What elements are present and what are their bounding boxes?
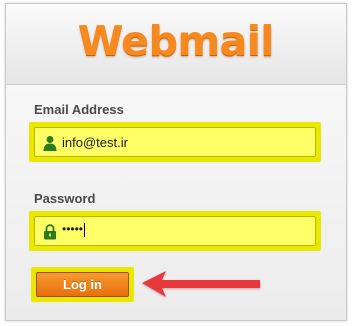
login-button-highlight: Log in <box>31 267 134 302</box>
password-field[interactable]: ••••• <box>34 216 316 246</box>
login-button[interactable]: Log in <box>36 272 129 297</box>
password-field-highlight: ••••• <box>29 211 321 251</box>
text-cursor <box>84 222 86 237</box>
password-value: ••••• <box>62 222 86 237</box>
email-value: info@test.ir <box>62 135 128 150</box>
arrow-left-icon <box>142 271 260 297</box>
webmail-logo: Webmail <box>78 17 274 65</box>
email-label: Email Address <box>34 102 124 117</box>
user-icon <box>43 136 57 151</box>
header: Webmail <box>6 4 346 85</box>
lock-icon <box>44 224 56 240</box>
email-field[interactable]: info@test.ir <box>34 127 316 157</box>
password-label: Password <box>34 191 96 206</box>
password-dots: ••••• <box>62 222 84 236</box>
email-field-highlight: info@test.ir <box>29 122 321 162</box>
